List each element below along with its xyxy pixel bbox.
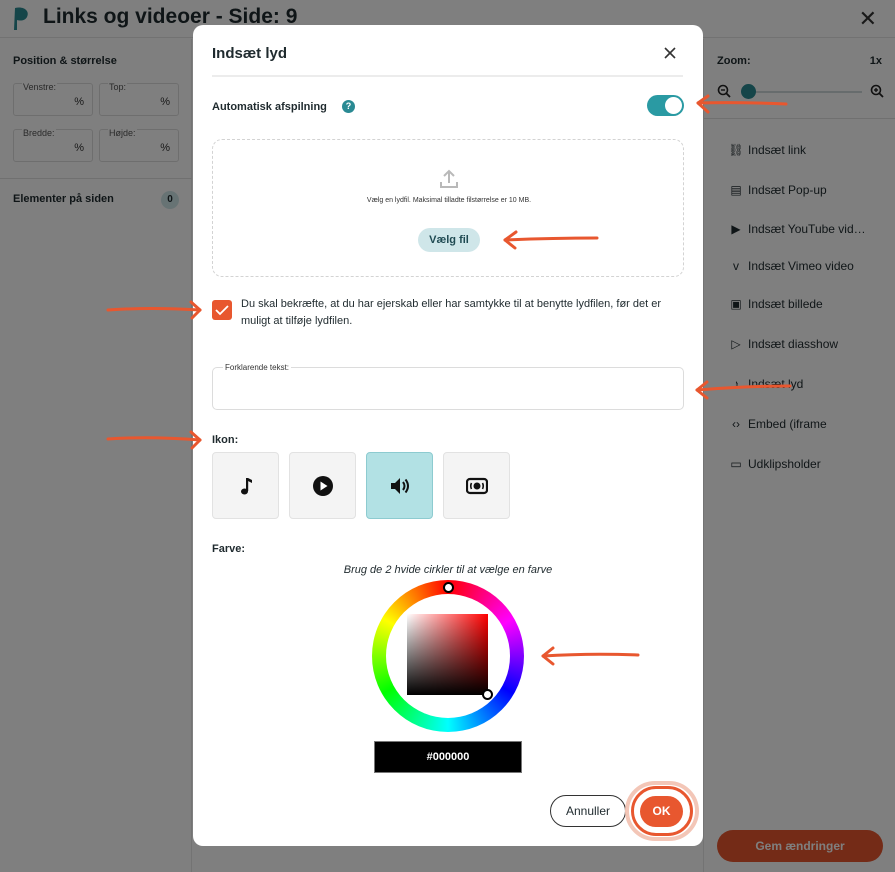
speaker-icon xyxy=(391,478,409,494)
help-icon[interactable]: ? xyxy=(342,100,355,113)
icon-option-music[interactable] xyxy=(212,452,279,519)
consent-checkbox[interactable] xyxy=(212,300,232,320)
saturation-handle[interactable] xyxy=(482,689,493,700)
ok-button[interactable]: OK xyxy=(640,796,683,827)
consent-text: Du skal bekræfte, at du har ejerskab ell… xyxy=(241,298,662,327)
autoplay-label: Automatisk afspilning xyxy=(212,101,327,113)
divider xyxy=(212,75,683,77)
sound-wave-icon xyxy=(466,477,488,495)
choose-file-button[interactable]: Vælg fil xyxy=(418,228,480,252)
color-hex-input[interactable]: #000000 xyxy=(374,741,522,773)
toggle-thumb xyxy=(665,97,682,114)
hue-handle[interactable] xyxy=(443,582,454,593)
autoplay-toggle[interactable] xyxy=(647,95,684,116)
icon-option-sound-wave[interactable] xyxy=(443,452,510,519)
icon-label: Ikon: xyxy=(212,434,239,446)
dialog-title: Indsæt lyd xyxy=(212,45,288,62)
checkmark-icon xyxy=(215,305,229,316)
color-hint: Brug de 2 hvide cirkler til at vælge en … xyxy=(343,564,553,576)
dropzone-text: Vælg en lydfil. Maksimal tilladte filstø… xyxy=(366,197,532,204)
icon-option-play[interactable] xyxy=(289,452,356,519)
music-note-icon xyxy=(241,478,252,495)
play-circle-icon xyxy=(313,476,333,496)
explanatory-text-label: Forklarende tekst: xyxy=(223,363,292,372)
saturation-square[interactable] xyxy=(407,614,488,695)
icon-option-speaker[interactable] xyxy=(366,452,433,519)
explanatory-text-input[interactable]: Forklarende tekst: xyxy=(212,363,684,410)
file-dropzone[interactable]: Vælg en lydfil. Maksimal tilladte filstø… xyxy=(212,139,684,277)
insert-audio-dialog: Indsæt lyd Automatisk afspilning ? Vælg … xyxy=(193,25,703,846)
color-label: Farve: xyxy=(212,543,246,555)
close-icon[interactable] xyxy=(662,45,678,61)
cancel-button[interactable]: Annuller xyxy=(550,795,626,827)
upload-icon xyxy=(440,169,458,188)
